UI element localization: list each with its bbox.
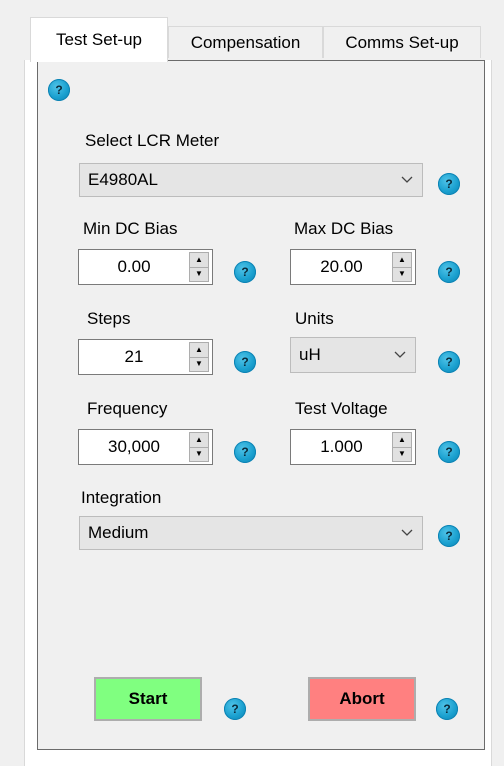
max-dc-bias-label: Max DC Bias [294, 219, 394, 238]
chevron-down-icon [392, 517, 422, 549]
help-icon-panel[interactable]: ? [48, 79, 70, 101]
tab-strip: Test Set-up Compensation Comms Set-up [0, 0, 504, 62]
abort-button[interactable]: Abort [308, 677, 416, 721]
chevron-down-icon [392, 164, 422, 196]
spin-arrows-icon[interactable]: ▲ ▼ [392, 432, 412, 462]
units-select[interactable]: uH [290, 337, 416, 373]
steps-label: Steps [87, 309, 131, 328]
help-icon-lcr-meter[interactable]: ? [438, 173, 460, 195]
help-icon-min-dc-bias[interactable]: ? [234, 261, 256, 283]
min-dc-bias-label: Min DC Bias [83, 219, 178, 238]
frequency-value: 30,000 [108, 437, 160, 456]
spin-arrows-icon[interactable]: ▲ ▼ [189, 252, 209, 282]
min-dc-bias-value: 0.00 [117, 257, 151, 276]
tab-comms-setup[interactable]: Comms Set-up [323, 26, 481, 58]
max-dc-bias-stepper[interactable]: 20.00 ▲ ▼ [290, 249, 416, 285]
help-icon-abort[interactable]: ? [436, 698, 458, 720]
integration-value: Medium [88, 523, 149, 542]
spin-arrows-icon[interactable]: ▲ ▼ [392, 252, 412, 282]
integration-label: Integration [81, 488, 162, 507]
help-icon-test-voltage[interactable]: ? [438, 441, 460, 463]
start-button[interactable]: Start [94, 677, 202, 721]
test-setup-panel: ? Select LCR Meter E4980AL ? Min DC Bias… [37, 60, 485, 750]
help-icon-units[interactable]: ? [438, 351, 460, 373]
help-icon-max-dc-bias[interactable]: ? [438, 261, 460, 283]
spin-arrows-icon[interactable]: ▲ ▼ [189, 432, 209, 462]
help-icon-integration[interactable]: ? [438, 525, 460, 547]
test-voltage-label: Test Voltage [295, 399, 388, 418]
max-dc-bias-value: 20.00 [320, 257, 363, 276]
lcr-meter-label: Select LCR Meter [85, 131, 220, 150]
frequency-stepper[interactable]: 30,000 ▲ ▼ [78, 429, 213, 465]
steps-value: 21 [124, 347, 144, 366]
min-dc-bias-stepper[interactable]: 0.00 ▲ ▼ [78, 249, 213, 285]
lcr-meter-select[interactable]: E4980AL [79, 163, 423, 197]
help-icon-steps[interactable]: ? [234, 351, 256, 373]
test-voltage-value: 1.000 [320, 437, 363, 456]
test-voltage-stepper[interactable]: 1.000 ▲ ▼ [290, 429, 416, 465]
units-value: uH [299, 345, 321, 364]
chevron-down-icon [385, 338, 415, 372]
help-icon-start[interactable]: ? [224, 698, 246, 720]
spin-arrows-icon[interactable]: ▲ ▼ [189, 342, 209, 372]
lcr-meter-value: E4980AL [88, 170, 158, 189]
tab-test-setup[interactable]: Test Set-up [30, 17, 168, 62]
help-icon-frequency[interactable]: ? [234, 441, 256, 463]
steps-stepper[interactable]: 21 ▲ ▼ [78, 339, 213, 375]
frequency-label: Frequency [87, 399, 168, 418]
tab-compensation[interactable]: Compensation [168, 26, 323, 58]
integration-select[interactable]: Medium [79, 516, 423, 550]
units-label: Units [295, 309, 334, 328]
